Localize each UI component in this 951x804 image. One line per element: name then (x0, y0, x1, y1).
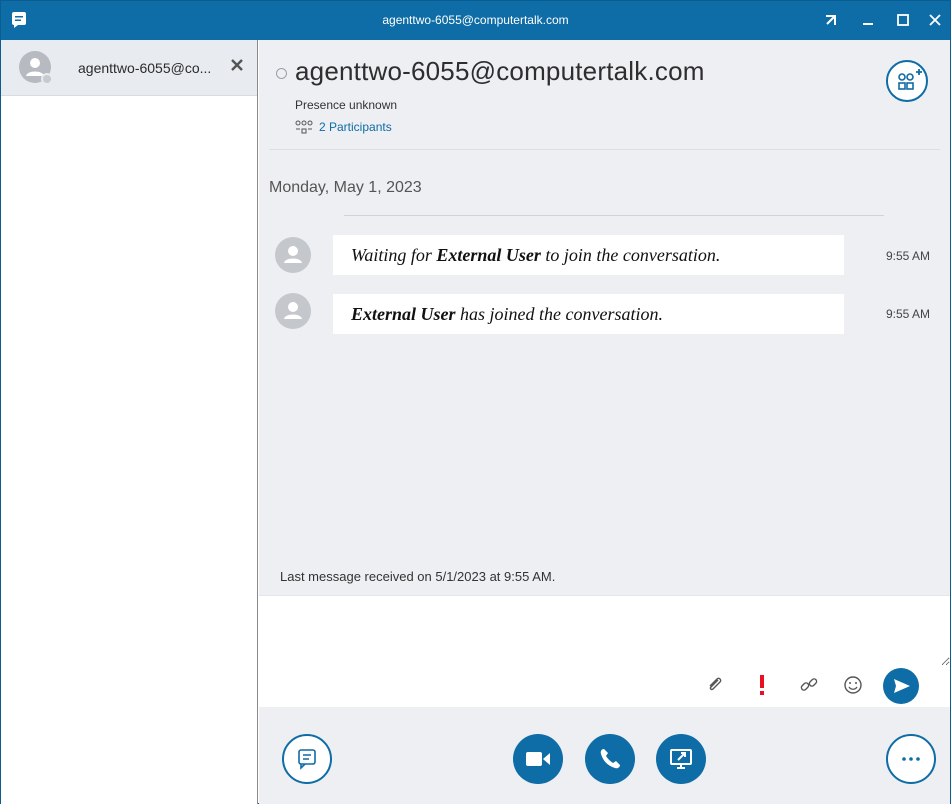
presence-status: Presence unknown (295, 98, 398, 112)
send-button[interactable] (883, 668, 919, 704)
important-icon (760, 675, 764, 695)
add-people-button[interactable] (886, 60, 928, 102)
close-icon (929, 14, 941, 26)
attach-icon (709, 677, 722, 691)
message-input[interactable] (259, 596, 950, 666)
person-icon (284, 246, 302, 263)
maximize-icon (897, 14, 909, 26)
conversation-pane: agenttwo-6055@computertalk.com Presence … (259, 40, 950, 804)
more-options-button[interactable] (886, 734, 936, 784)
conversation-icon (298, 749, 316, 770)
audio-call-button[interactable] (585, 734, 635, 784)
message-text: to join the conversation. (540, 245, 721, 265)
person-icon (284, 302, 302, 319)
present-screen-button[interactable] (656, 734, 706, 784)
pop-out-icon (826, 15, 836, 25)
message-timestamp: 9:55 AM (886, 249, 931, 263)
presence-unknown-icon (41, 73, 53, 85)
attach-file-button[interactable] (703, 673, 727, 697)
pop-out-button[interactable] (819, 9, 843, 31)
message-avatar (275, 293, 311, 329)
send-icon (894, 679, 910, 693)
show-conversation-button[interactable] (282, 734, 332, 784)
last-message-status: Last message received on 5/1/2023 at 9:5… (280, 569, 556, 584)
presence-unknown-icon (276, 68, 287, 79)
date-divider (344, 215, 884, 216)
message-timestamp: 9:55 AM (886, 307, 931, 321)
title-bar: agenttwo-6055@computertalk.com (1, 1, 950, 40)
minimize-button[interactable] (856, 9, 880, 31)
conversation-header: agenttwo-6055@computertalk.com Presence … (259, 40, 950, 150)
minimize-icon (863, 23, 873, 25)
present-screen-icon (670, 749, 692, 769)
participants-label[interactable]: 2 Participants (319, 120, 392, 134)
participants-icon (295, 120, 313, 134)
participants-link[interactable]: 2 Participants (295, 120, 392, 134)
header-divider (269, 149, 940, 150)
message-sender: External User (436, 245, 541, 265)
call-icon (600, 749, 620, 769)
emoji-button[interactable] (841, 673, 865, 697)
conversation-name: agenttwo-6055@co... (78, 60, 212, 76)
date-label: Monday, May 1, 2023 (269, 179, 422, 196)
insert-link-button[interactable] (797, 673, 821, 697)
message-avatar (275, 237, 311, 273)
message-sender: External User (351, 304, 456, 324)
compose-area (259, 595, 950, 707)
video-icon (526, 752, 550, 766)
close-conversation-icon[interactable] (229, 57, 245, 73)
mark-important-button[interactable] (750, 673, 774, 697)
add-people-icon (898, 69, 922, 90)
emoji-icon (844, 676, 862, 694)
message-text: has joined the conversation. (455, 304, 663, 324)
maximize-button[interactable] (891, 9, 915, 31)
conversation-item[interactable]: agenttwo-6055@co... (1, 40, 257, 96)
contact-name: agenttwo-6055@computertalk.com (295, 56, 705, 86)
conversation-window: agenttwo-6055@computertalk.com agenttwo-… (0, 0, 951, 804)
message-text: Waiting for (351, 245, 437, 265)
link-icon (800, 678, 818, 691)
close-button[interactable] (923, 9, 947, 31)
video-call-button[interactable] (513, 734, 563, 784)
action-bar (259, 707, 950, 804)
conversation-list: agenttwo-6055@co... (1, 40, 258, 804)
window-title: agenttwo-6055@computertalk.com (382, 13, 569, 27)
message-bubble: Waiting for External User to join the co… (333, 235, 844, 275)
more-options-icon (902, 757, 920, 761)
message-bubble: External User has joined the conversatio… (333, 294, 844, 334)
